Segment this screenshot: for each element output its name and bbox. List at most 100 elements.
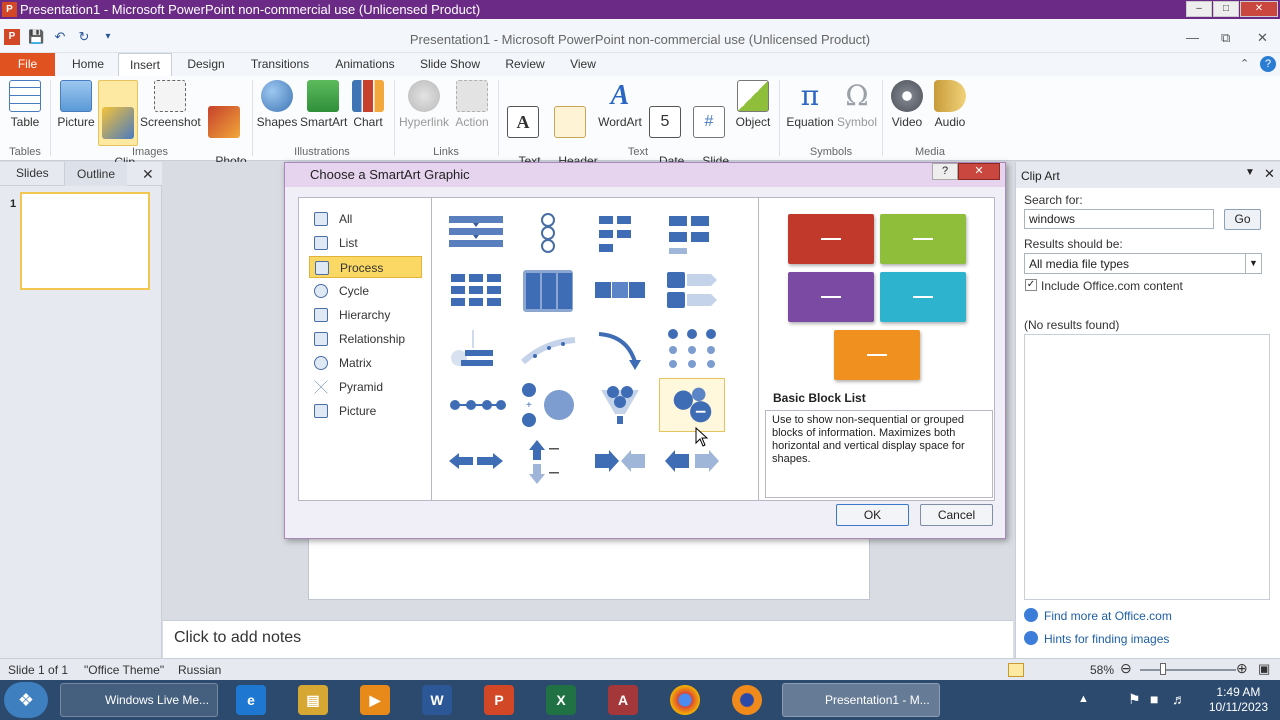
layout-thumbnail[interactable] [659,434,725,488]
screenshot-button[interactable]: Screenshot [140,80,201,129]
minimize-ribbon-icon[interactable]: ⌃ [1240,57,1249,70]
object-button[interactable]: Object [733,80,773,129]
layout-thumbnail[interactable] [515,206,581,260]
audio-button[interactable]: Audio [930,80,970,129]
os-maximize-button[interactable]: □ [1213,1,1239,17]
close-pane-icon[interactable]: ✕ [1264,166,1275,182]
tab-slide-show[interactable]: Slide Show [414,53,486,76]
powerpoint-icon[interactable]: P [484,685,514,715]
language-status[interactable]: Russian [178,663,221,677]
minimize-icon[interactable]: — [1186,30,1199,45]
zoom-slider[interactable] [1140,669,1236,671]
pane-menu-icon[interactable]: ▼ [1245,167,1255,178]
results-list[interactable] [1024,334,1270,600]
layout-thumbnail[interactable] [587,434,653,488]
slide-thumbnail[interactable] [20,192,150,290]
close-button[interactable]: ✕ [958,163,1000,180]
file-explorer-icon[interactable]: ▤ [298,685,328,715]
word-icon[interactable]: W [422,685,452,715]
excel-icon[interactable]: X [546,685,576,715]
tab-slides[interactable]: Slides [16,166,49,180]
help-button[interactable]: ? [932,163,958,180]
start-button[interactable]: ❖ [4,682,48,718]
media-type-select[interactable]: All media file types ▼ [1024,253,1262,274]
volume-icon[interactable]: ♬ [1172,691,1186,707]
category-matrix[interactable]: Matrix [309,352,422,374]
close-icon[interactable]: ✕ [1257,30,1268,46]
os-close-button[interactable]: ✕ [1240,1,1278,17]
help-icon[interactable]: ? [1260,56,1276,72]
symbol-button[interactable]: Ω Symbol [836,80,878,129]
firefox-icon[interactable] [732,685,762,715]
layout-thumbnail[interactable] [659,264,725,318]
notes-pane[interactable]: Click to add notes [163,620,1013,658]
layout-thumbnail[interactable] [587,378,653,432]
layout-thumbnail[interactable] [587,264,653,318]
chrome-icon[interactable] [670,685,700,715]
zoom-level[interactable]: 58% [1090,663,1114,677]
taskbar-windows-live[interactable]: Windows Live Me... [60,683,218,717]
smartart-button[interactable]: SmartArt [300,80,347,129]
hyperlink-button[interactable]: Hyperlink [398,80,450,129]
internet-explorer-icon[interactable]: e [236,685,266,715]
layout-thumbnail[interactable] [515,322,581,376]
category-cycle[interactable]: Cycle [309,280,422,302]
video-button[interactable]: Video [886,80,928,129]
cancel-button[interactable]: Cancel [920,504,993,526]
equation-button[interactable]: π Equation [784,80,836,129]
fit-to-window-icon[interactable]: ▣ [1258,661,1270,677]
os-minimize-button[interactable]: – [1186,1,1212,17]
restore-icon[interactable]: ⧉ [1221,30,1230,46]
clock[interactable]: 1:49 AM 10/11/2023 [1209,685,1268,715]
category-list-item[interactable]: List [309,232,422,254]
category-process[interactable]: Process [309,256,422,278]
tab-animations[interactable]: Animations [328,53,402,76]
ok-button[interactable]: OK [836,504,909,526]
category-all[interactable]: All [309,208,422,230]
zoom-slider-thumb[interactable] [1160,663,1166,675]
category-picture[interactable]: Picture [309,400,422,422]
tab-home[interactable]: Home [66,53,110,76]
hints-link[interactable]: Hints for finding images [1024,631,1169,646]
picture-button[interactable]: Picture [55,80,97,129]
chart-button[interactable]: Chart [350,80,386,129]
tab-view[interactable]: View [562,53,604,76]
layout-thumbnail[interactable] [587,322,653,376]
category-pyramid[interactable]: Pyramid [309,376,422,398]
zoom-out-icon[interactable]: ⊖ [1120,660,1132,677]
table-button[interactable]: Table [4,80,46,129]
action-button[interactable]: Action [452,80,492,129]
layout-thumbnail[interactable] [443,434,509,488]
tab-review[interactable]: Review [498,53,552,76]
search-input[interactable]: windows [1024,209,1214,229]
include-office-checkbox[interactable]: ✓ [1025,279,1037,291]
go-button[interactable]: Go [1224,209,1261,230]
layout-thumbnail[interactable] [515,264,581,318]
taskbar-presentation[interactable]: Presentation1 - M... [782,683,940,717]
tab-design[interactable]: Design [180,53,232,76]
close-pane-icon[interactable]: ✕ [142,166,154,183]
network-icon[interactable]: ■ [1150,691,1158,707]
normal-view-icon[interactable] [1008,663,1024,677]
tab-file[interactable]: File [0,53,55,76]
wordart-button[interactable]: A WordArt [597,80,643,129]
find-more-link[interactable]: Find more at Office.com [1024,608,1172,623]
flag-icon[interactable]: ⚑ [1128,691,1141,708]
media-player-icon[interactable]: ▶ [360,685,390,715]
category-relationship[interactable]: Relationship [309,328,422,350]
shapes-button[interactable]: Shapes [256,80,298,129]
notes-placeholder[interactable]: Click to add notes [174,629,301,647]
layout-thumbnail[interactable] [659,206,725,260]
layout-thumbnail-selected[interactable] [659,378,725,432]
access-icon[interactable]: A [608,685,638,715]
zoom-in-icon[interactable]: ⊕ [1236,660,1248,677]
category-hierarchy[interactable]: Hierarchy [309,304,422,326]
show-hidden-icons[interactable]: ▲ [1078,693,1089,705]
layout-thumbnail[interactable] [659,322,725,376]
layout-thumbnail[interactable] [443,322,509,376]
layout-thumbnail[interactable] [443,264,509,318]
layout-thumbnail[interactable] [443,206,509,260]
layout-thumbnail[interactable] [443,378,509,432]
tab-insert[interactable]: Insert [118,53,172,76]
layout-thumbnail[interactable]: + [515,378,581,432]
